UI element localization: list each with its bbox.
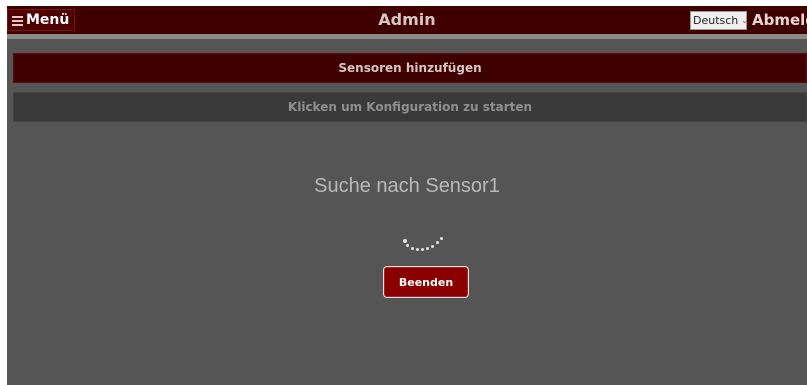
stop-button[interactable]: Beenden (384, 267, 468, 297)
logout-link[interactable]: Abmelde (752, 11, 807, 29)
page-title: Admin (378, 10, 436, 29)
spinner-icon (403, 237, 445, 257)
language-value: Deutsch (693, 14, 739, 27)
chevron-down-icon: ⌄ (741, 16, 748, 25)
top-bar: Menü Admin Deutsch ⌄ Abmelde (7, 6, 807, 34)
main-content: Sensoren hinzufügen Klicken um Konfigura… (7, 39, 807, 385)
search-status-text: Suche nach Sensor1 (314, 175, 500, 197)
app-frame: Menü Admin Deutsch ⌄ Abmelde Sensoren hi… (7, 6, 807, 385)
start-configuration-button[interactable]: Klicken um Konfiguration zu starten (13, 92, 807, 122)
language-select[interactable]: Deutsch ⌄ (690, 11, 748, 30)
add-sensors-button[interactable]: Sensoren hinzufügen (13, 53, 807, 83)
